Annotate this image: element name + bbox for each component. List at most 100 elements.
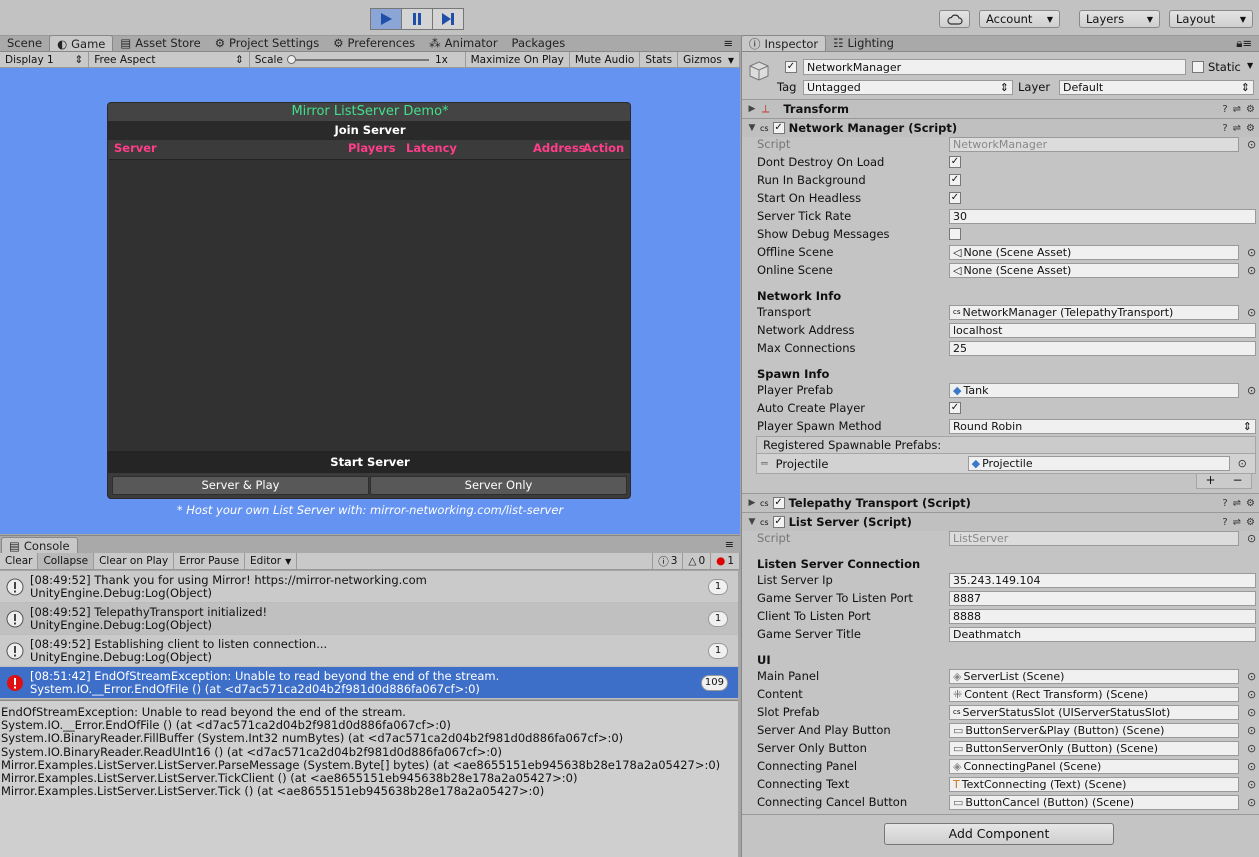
display-dropdown[interactable]: Display 1 ⇕: [0, 52, 90, 68]
object-picker-icon[interactable]: ⊙: [1247, 688, 1256, 701]
clear-on-play-toggle[interactable]: Clear on Play: [94, 553, 175, 569]
component-enabled-checkbox[interactable]: ✓: [772, 497, 785, 509]
tab-preferences[interactable]: ⚙ Preferences: [326, 35, 422, 51]
scale-slider[interactable]: [286, 55, 429, 65]
ui-ref-field[interactable]: T TextConnecting (Text) (Scene): [949, 776, 1239, 792]
ui-ref-field[interactable]: ▭ ButtonServerOnly (Button) (Scene): [949, 740, 1239, 756]
preset-icon[interactable]: ⇌: [1233, 123, 1241, 134]
object-picker-icon[interactable]: ⊙: [1247, 264, 1256, 277]
gear-icon[interactable]: ⚙: [1246, 123, 1255, 134]
component-enabled-checkbox[interactable]: ✓: [772, 516, 785, 528]
tab-lighting[interactable]: ☷ Lighting: [826, 35, 901, 51]
tab-asset-store[interactable]: ▤ Asset Store: [113, 35, 207, 51]
error-filter-toggle[interactable]: ● 1: [711, 553, 740, 569]
gear-icon[interactable]: ⚙: [1246, 104, 1255, 115]
tab-game[interactable]: ◐ Game: [49, 35, 114, 51]
ls-ip-input[interactable]: 35.243.149.104: [949, 572, 1256, 588]
help-icon[interactable]: ?: [1222, 104, 1227, 115]
gear-icon[interactable]: ⚙: [1246, 498, 1255, 509]
offline-scene-field[interactable]: ◁ None (Scene Asset): [949, 244, 1239, 260]
account-dropdown[interactable]: Account ▼: [979, 10, 1060, 28]
auto-create-checkbox[interactable]: ✓: [949, 402, 961, 414]
object-name-field[interactable]: NetworkManager: [803, 59, 1186, 75]
active-checkbox[interactable]: ✓: [785, 61, 797, 73]
play-button[interactable]: [370, 8, 402, 30]
tab-menu-icon[interactable]: ≡: [716, 35, 740, 51]
object-picker-icon[interactable]: ⊙: [1247, 778, 1256, 791]
address-input[interactable]: localhost: [949, 322, 1256, 338]
editor-dropdown[interactable]: Editor ▼: [245, 553, 298, 569]
max-connections-input[interactable]: 25: [949, 340, 1256, 356]
object-picker-icon[interactable]: ⊙: [1247, 724, 1256, 737]
help-icon[interactable]: ?: [1222, 517, 1227, 528]
tab-console[interactable]: ▤ Console: [1, 537, 78, 554]
preset-icon[interactable]: ⇌: [1233, 517, 1241, 528]
console-row-selected[interactable]: [08:51:42] EndOfStreamException: Unable …: [0, 667, 738, 699]
online-scene-field[interactable]: ◁ None (Scene Asset): [949, 262, 1239, 278]
cl-port-input[interactable]: 8888: [949, 608, 1256, 624]
console-row[interactable]: [08:49:52] Thank you for using Mirror! h…: [0, 571, 738, 603]
add-item-icon[interactable]: +: [1205, 474, 1215, 488]
server-only-button[interactable]: Server Only: [370, 476, 627, 495]
transport-field[interactable]: cs NetworkManager (TelepathyTransport): [949, 304, 1239, 320]
component-enabled-checkbox[interactable]: ✓: [772, 122, 785, 134]
ui-ref-field[interactable]: ▭ ButtonServer&Play (Button) (Scene): [949, 722, 1239, 738]
projectile-field[interactable]: ◆ Projectile: [967, 456, 1230, 471]
remove-item-icon[interactable]: −: [1232, 474, 1242, 488]
slider-thumb[interactable]: [286, 55, 296, 64]
object-picker-icon[interactable]: ⊙: [1247, 384, 1256, 397]
layer-dropdown[interactable]: Default ⇕: [1059, 80, 1254, 95]
object-picker-icon[interactable]: ⊙: [1247, 796, 1256, 809]
show-debug-checkbox[interactable]: [949, 228, 961, 240]
cloud-button[interactable]: [939, 10, 970, 28]
warning-filter-toggle[interactable]: △ 0: [683, 553, 712, 569]
console-row[interactable]: [08:49:52] Establishing client to listen…: [0, 635, 738, 667]
layout-dropdown[interactable]: Layout ▼: [1169, 10, 1253, 28]
spawn-method-dropdown[interactable]: Round Robin ⇕: [949, 418, 1256, 434]
aspect-dropdown[interactable]: Free Aspect ⇕: [89, 52, 250, 68]
clear-button[interactable]: Clear: [0, 553, 39, 569]
run-bg-checkbox[interactable]: ✓: [949, 174, 961, 186]
stats-toggle[interactable]: Stats: [640, 52, 679, 68]
maximize-on-play-toggle[interactable]: Maximize On Play: [466, 52, 570, 68]
pause-button[interactable]: [401, 8, 433, 30]
server-list[interactable]: [109, 159, 630, 451]
telepathy-header[interactable]: ▶ cs ✓ Telepathy Transport (Script) ? ⇌ ⚙: [742, 493, 1259, 512]
stack-trace[interactable]: EndOfStreamException: Unable to read bey…: [0, 700, 738, 857]
tag-dropdown[interactable]: Untagged ⇕: [803, 80, 1013, 95]
preset-icon[interactable]: ⇌: [1233, 498, 1241, 509]
gs-title-input[interactable]: Deathmatch: [949, 626, 1256, 642]
object-picker-icon[interactable]: ⊙: [1247, 706, 1256, 719]
server-and-play-button[interactable]: Server & Play: [112, 476, 369, 495]
gizmos-dropdown[interactable]: Gizmos ▼: [678, 52, 740, 68]
object-picker-icon[interactable]: ⊙: [1247, 760, 1256, 773]
ui-ref-field[interactable]: ◈ ServerList (Scene): [949, 668, 1239, 684]
start-headless-checkbox[interactable]: ✓: [949, 192, 961, 204]
tick-rate-input[interactable]: 30: [949, 208, 1256, 224]
collapse-toggle[interactable]: Collapse: [38, 553, 95, 569]
ui-ref-field[interactable]: ⁜ Content (Rect Transform) (Scene): [949, 686, 1239, 702]
transform-header[interactable]: ▶ ⟂ Transform ? ⇌ ⚙: [742, 99, 1259, 118]
ui-ref-field[interactable]: ▭ ButtonCancel (Button) (Scene): [949, 794, 1239, 810]
tab-menu-icon[interactable]: ≡: [725, 538, 734, 551]
tab-animator[interactable]: ⁂ Animator: [422, 35, 504, 51]
tab-project-settings[interactable]: ⚙ Project Settings: [208, 35, 326, 51]
tab-inspector[interactable]: ⓘ Inspector: [741, 35, 827, 51]
info-filter-toggle[interactable]: ⓘ 3: [652, 553, 684, 569]
dont-destroy-checkbox[interactable]: ✓: [949, 156, 961, 168]
ui-ref-field[interactable]: ◈ ConnectingPanel (Scene): [949, 758, 1239, 774]
registered-prefab-item[interactable]: ═ Projectile ◆ Projectile ⊙: [756, 454, 1256, 474]
add-component-button[interactable]: Add Component: [884, 823, 1114, 845]
object-picker-icon[interactable]: ⊙: [1247, 670, 1256, 683]
object-picker-icon[interactable]: ⊙: [1238, 457, 1247, 470]
tab-packages[interactable]: Packages: [505, 35, 573, 51]
help-icon[interactable]: ?: [1222, 498, 1227, 509]
step-button[interactable]: [432, 8, 464, 30]
gs-port-input[interactable]: 8887: [949, 590, 1256, 606]
player-prefab-field[interactable]: ◆ Tank: [949, 382, 1239, 398]
tab-scene[interactable]: Scene: [0, 35, 49, 51]
object-picker-icon[interactable]: ⊙: [1247, 742, 1256, 755]
help-icon[interactable]: ?: [1222, 123, 1227, 134]
drag-handle-icon[interactable]: ═: [761, 457, 768, 470]
ui-ref-field[interactable]: cs ServerStatusSlot (UIServerStatusSlot): [949, 704, 1239, 720]
